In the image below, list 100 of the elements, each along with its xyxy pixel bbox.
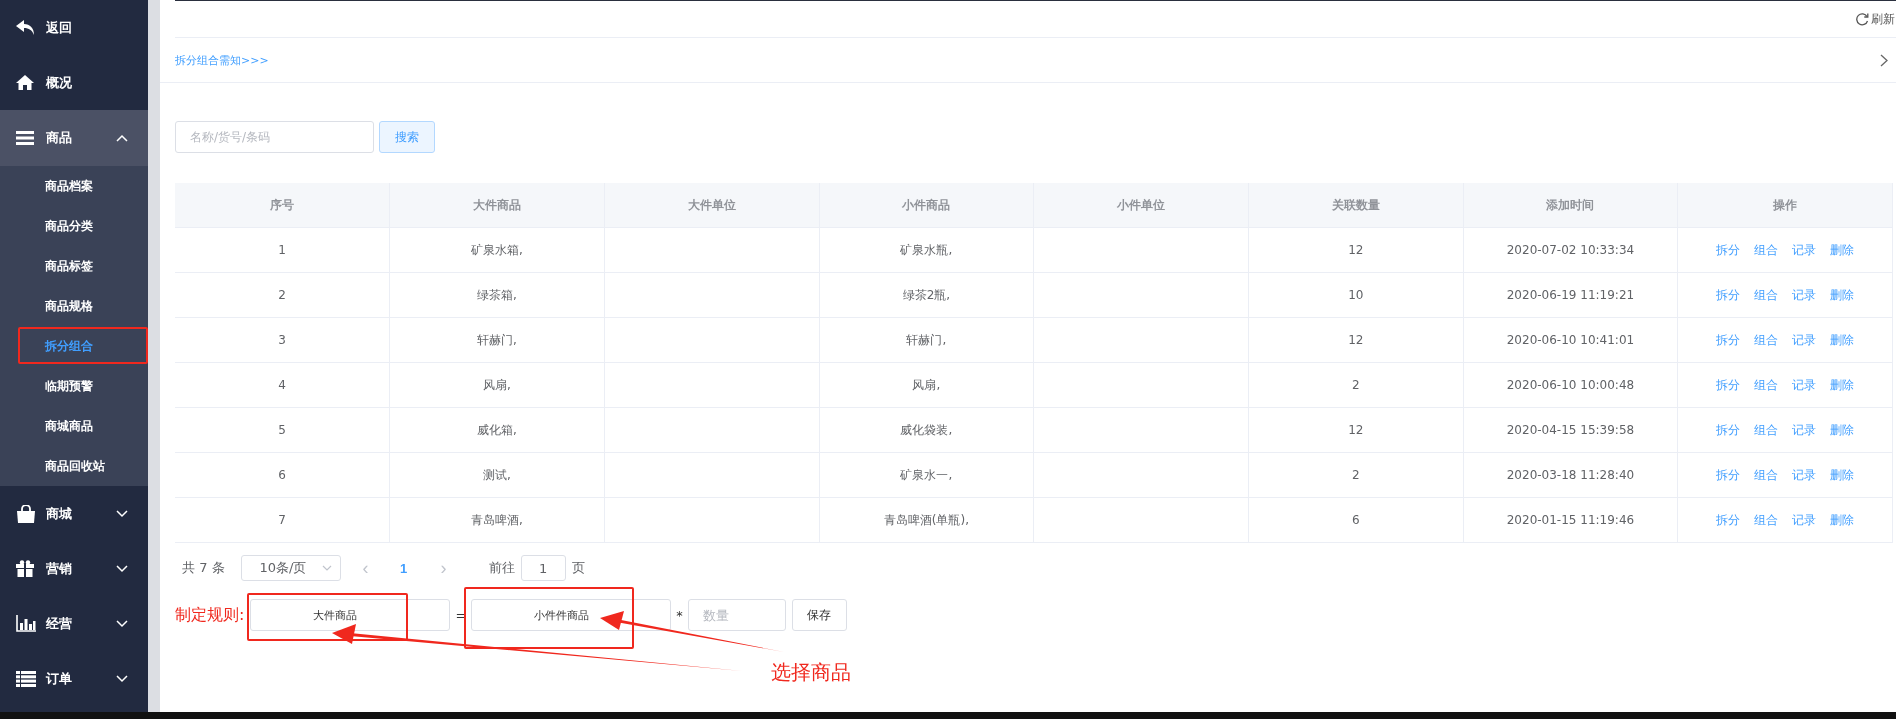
submenu-item[interactable]: 商城商品 [0, 406, 148, 446]
column-header: 操作 [1677, 183, 1893, 228]
table-cell: 威化袋装, [900, 422, 953, 437]
action-link[interactable]: 拆分 [1716, 512, 1741, 527]
table-cell: 绿茶2瓶, [902, 287, 951, 302]
action-link[interactable]: 组合 [1754, 422, 1779, 437]
submenu-item[interactable]: 临期预警 [0, 366, 148, 406]
table-cell: 风扇, [483, 377, 511, 392]
submenu-item[interactable]: 商品规格 [0, 286, 148, 326]
list-icon [16, 670, 36, 687]
chevron-down-icon [116, 619, 128, 628]
notice-link[interactable]: 拆分组合需知>>> [175, 52, 269, 68]
action-link[interactable]: 记录 [1792, 287, 1817, 302]
chevron-up-icon [116, 134, 128, 142]
page-input[interactable]: 1 [520, 555, 566, 581]
sidebar-item[interactable]: 商城 [0, 486, 148, 541]
table-cell: 矿泉水一, [900, 467, 953, 482]
table-cell: 4 [278, 378, 286, 392]
menu-icon [16, 131, 34, 145]
next-page-button[interactable]: › [428, 557, 459, 579]
shopping-bag-icon [16, 504, 36, 523]
table-cell: 2020-06-19 11:19:21 [1506, 288, 1635, 302]
table-cell: 1 [278, 243, 286, 257]
action-link[interactable]: 拆分 [1716, 332, 1741, 347]
action-link[interactable]: 记录 [1792, 422, 1817, 437]
action-link[interactable]: 删除 [1830, 242, 1855, 257]
page-size-select[interactable]: 10条/页 [240, 555, 341, 581]
search-field[interactable]: 名称/货号/条码 [175, 121, 374, 153]
table-cell: 10 [1348, 288, 1364, 302]
large-item-field[interactable]: 大件商品 [250, 599, 451, 631]
action-link[interactable]: 删除 [1830, 332, 1855, 347]
table-cell: 5 [278, 423, 286, 437]
table-cell: 2 [1351, 468, 1360, 482]
page-number[interactable]: 1 [388, 560, 419, 576]
chevron-down-icon [116, 674, 128, 683]
action-link[interactable]: 组合 [1754, 377, 1779, 392]
table-cell: 2020-06-10 10:41:01 [1506, 333, 1635, 347]
column-header: 关联数量 [1248, 183, 1464, 228]
submenu-item[interactable]: 商品回收站 [0, 446, 148, 486]
chevron-right-icon[interactable] [1880, 53, 1888, 67]
sidebar-item[interactable]: 概况 [0, 55, 148, 110]
table-cell: 12 [1348, 333, 1364, 347]
annotation-label: 选择商品 [771, 659, 851, 686]
action-link[interactable]: 拆分 [1716, 377, 1741, 392]
sidebar-item[interactable]: 返回 [0, 0, 148, 55]
action-link[interactable]: 组合 [1754, 512, 1779, 527]
action-link[interactable]: 组合 [1754, 242, 1779, 257]
chevron-down-icon [116, 509, 128, 518]
column-header: 小件单位 [1033, 183, 1249, 228]
back-arrow-icon [16, 19, 36, 36]
save-button[interactable]: 保存 [791, 599, 847, 631]
action-link[interactable]: 删除 [1830, 287, 1855, 302]
submenu-item[interactable]: 商品档案 [0, 166, 148, 206]
table-cell: 轩赫门, [477, 332, 517, 347]
submenu-item[interactable]: 商品分类 [0, 206, 148, 246]
sidebar-item[interactable]: 订单 [0, 651, 148, 706]
action-link[interactable]: 删除 [1830, 422, 1855, 437]
column-header: 小件商品 [819, 183, 1034, 228]
table-cell: 2020-01-15 11:19:46 [1506, 513, 1635, 527]
action-link[interactable]: 拆分 [1716, 242, 1741, 257]
action-link[interactable]: 记录 [1792, 242, 1817, 257]
previous-page-button[interactable]: ‹ [350, 557, 381, 579]
table-cell: 2 [278, 288, 286, 302]
table-cell: 2020-04-15 15:39:58 [1506, 423, 1635, 437]
total-count: 共 7 条 [182, 559, 225, 577]
table-cell: 12 [1348, 243, 1364, 257]
small-item-field[interactable]: 小件件商品 [471, 599, 672, 631]
action-link[interactable]: 拆分 [1716, 422, 1741, 437]
sidebar-item[interactable]: 商品 [0, 110, 148, 166]
home-icon [16, 75, 34, 90]
refresh-icon [1855, 12, 1869, 26]
bar-chart-icon [16, 615, 36, 632]
search-button[interactable]: 搜索 [379, 121, 435, 153]
chevron-down-icon [116, 564, 128, 573]
sidebar-item[interactable]: 经营 [0, 596, 148, 651]
table-cell: 风扇, [912, 377, 941, 392]
column-header: 序号 [175, 183, 390, 228]
goto-label: 前往 [488, 559, 515, 577]
quantity-field[interactable]: 数量 [687, 599, 786, 631]
submenu-item[interactable]: 拆分组合 [0, 326, 148, 366]
action-link[interactable]: 记录 [1792, 467, 1817, 482]
action-link[interactable]: 组合 [1754, 287, 1779, 302]
refresh-button[interactable]: 刷新 [1855, 10, 1896, 28]
action-link[interactable]: 记录 [1792, 377, 1817, 392]
action-link[interactable]: 组合 [1754, 332, 1779, 347]
table-cell: 测试, [483, 467, 511, 482]
action-link[interactable]: 拆分 [1716, 287, 1741, 302]
table-cell: 2 [1351, 378, 1360, 392]
action-link[interactable]: 删除 [1830, 377, 1855, 392]
action-link[interactable]: 拆分 [1716, 467, 1741, 482]
column-header: 大件单位 [604, 183, 820, 228]
action-link[interactable]: 删除 [1830, 512, 1855, 527]
submenu-item[interactable]: 商品标签 [0, 246, 148, 286]
sidebar-item[interactable]: 营销 [0, 541, 148, 596]
action-link[interactable]: 记录 [1792, 512, 1817, 527]
action-link[interactable]: 组合 [1754, 467, 1779, 482]
column-header: 添加时间 [1463, 183, 1678, 228]
table-cell: 3 [278, 333, 286, 347]
action-link[interactable]: 删除 [1830, 467, 1855, 482]
action-link[interactable]: 记录 [1792, 332, 1817, 347]
